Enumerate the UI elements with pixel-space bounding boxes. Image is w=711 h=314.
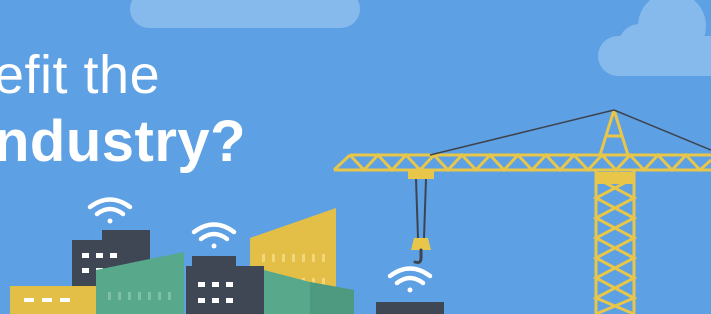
cloud-icon [598,0,711,76]
headline-line-1: efit the [0,45,161,105]
infographic-banner: efit the ndustry? [0,0,711,314]
headline-line-2: ndustry? [0,109,247,174]
hook-icon [411,238,431,264]
crane-icon [332,109,711,314]
building-icon [376,302,444,314]
wifi-icon [87,197,133,224]
building-icon [10,286,100,314]
wifi-icon [191,222,237,249]
wifi-icon [387,266,433,293]
cloud-icon [130,0,360,28]
